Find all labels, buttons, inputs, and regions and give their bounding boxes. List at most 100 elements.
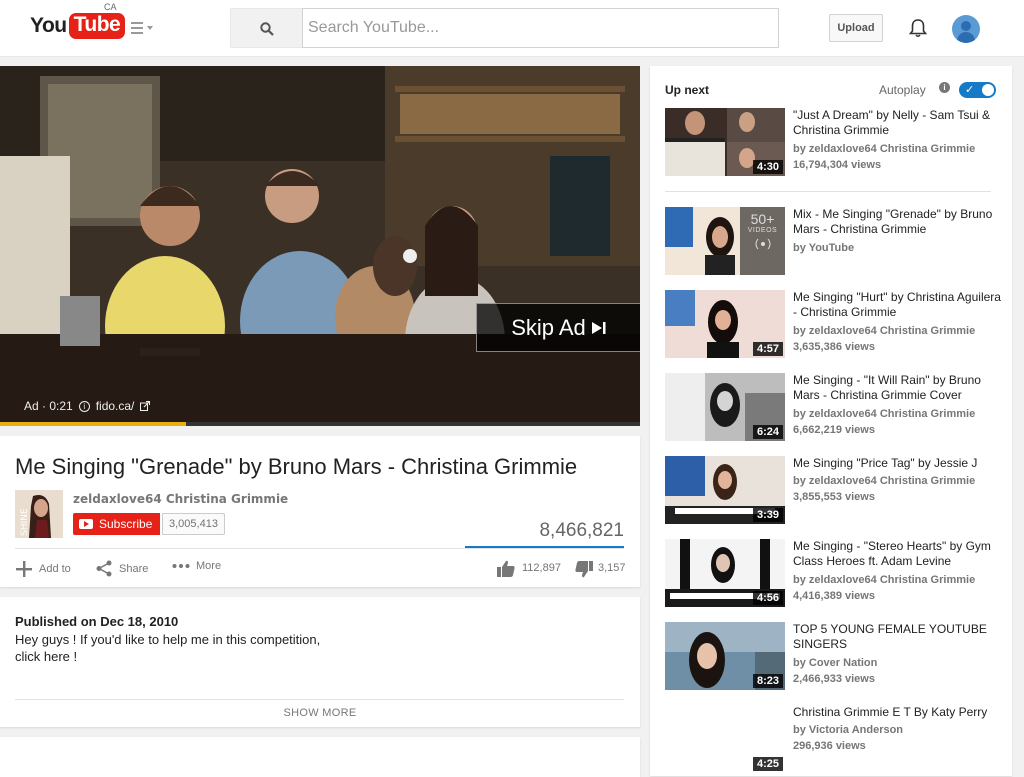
video-title-link[interactable]: Me Singing - "It Will Rain" by Bruno Mar… xyxy=(793,373,1005,403)
up-next-item[interactable]: 6:24 Me Singing - "It Will Rain" by Brun… xyxy=(665,373,1005,443)
video-views: 3,635,386 views xyxy=(793,341,875,353)
ad-countdown: Ad · 0:21 xyxy=(24,399,73,413)
notifications-bell-icon[interactable] xyxy=(907,17,929,39)
video-views: 6,662,219 views xyxy=(793,424,875,436)
up-next-item[interactable]: 4:57 Me Singing "Hurt" by Christina Agui… xyxy=(665,290,1005,360)
description-link[interactable]: click here ! xyxy=(15,649,77,664)
logo-tube: Tube xyxy=(68,13,126,39)
guide-menu-icon[interactable] xyxy=(131,19,155,37)
search-input[interactable] xyxy=(302,8,779,48)
video-channel[interactable]: by zeldaxlove64 Christina Grimmie xyxy=(793,473,975,489)
mix-radio-icon xyxy=(755,238,770,250)
video-views: 16,794,304 views xyxy=(793,159,882,171)
view-count: 8,466,821 xyxy=(539,520,624,541)
autoplay-toggle[interactable]: ✓ xyxy=(959,82,996,98)
video-thumbnail[interactable]: 4:57 xyxy=(665,290,785,358)
channel-avatar[interactable]: SHINE xyxy=(15,490,63,538)
ad-domain-link[interactable]: fido.ca/ xyxy=(96,399,135,413)
thumbs-up-icon[interactable] xyxy=(497,560,515,577)
ad-info: Ad · 0:21 i fido.ca/ xyxy=(24,399,151,413)
video-views: 2,466,933 views xyxy=(793,673,875,685)
video-info-card: Me Singing "Grenade" by Bruno Mars - Chr… xyxy=(0,436,640,587)
video-thumbnail[interactable]: 8:23 xyxy=(665,622,785,690)
video-views: 4,416,389 views xyxy=(793,590,875,602)
mix-overlay: 50+ VIDEOS xyxy=(740,207,785,275)
video-thumbnail[interactable]: 4:30 xyxy=(665,108,785,176)
up-next-item[interactable]: 8:23 TOP 5 YOUNG FEMALE YOUTUBE SINGERS … xyxy=(665,622,1005,692)
channel-name[interactable]: zeldaxlove64 Christina Grimmie xyxy=(73,492,288,506)
video-title-link[interactable]: Me Singing "Hurt" by Christina Aguilera … xyxy=(793,290,1005,320)
share-label: Share xyxy=(119,562,149,575)
video-duration: 6:24 xyxy=(752,425,783,439)
publish-date: Published on Dec 18, 2010 xyxy=(15,614,179,629)
skip-next-icon xyxy=(591,321,606,334)
video-channel[interactable]: by zeldaxlove64 Christina Grimmie xyxy=(793,572,975,588)
mix-thumbnail[interactable]: 50+ VIDEOS xyxy=(665,207,785,275)
video-views: 296,936 views xyxy=(793,740,866,752)
divider xyxy=(15,548,624,549)
subscribe-button[interactable]: Subscribe xyxy=(73,513,161,535)
skip-ad-button[interactable]: Skip Ad xyxy=(476,303,640,352)
video-thumbnail[interactable]: 6:24 xyxy=(665,373,785,441)
up-next-item[interactable]: 50+ VIDEOS Mix - Me Singing "Grenade" by… xyxy=(665,207,1005,277)
video-title-link[interactable]: Me Singing "Price Tag" by Jessie J xyxy=(793,456,1005,471)
share-button[interactable]: Share xyxy=(96,560,148,577)
autoplay-info-icon[interactable]: i xyxy=(939,82,950,93)
logo-you: You xyxy=(30,14,67,37)
more-label: More xyxy=(196,560,222,572)
plus-icon xyxy=(16,561,32,577)
video-duration: 4:57 xyxy=(752,342,783,356)
video-title-link[interactable]: Christina Grimmie E T By Katy Perry xyxy=(793,705,1005,720)
up-next-item[interactable]: 4:25 Christina Grimmie E T By Katy Perry… xyxy=(665,705,1005,775)
video-thumbnail[interactable]: 4:25 xyxy=(665,705,785,773)
video-thumbnail[interactable]: 3:39 xyxy=(665,456,785,524)
svg-text:SHINE: SHINE xyxy=(20,508,30,536)
like-sentiment-bar xyxy=(465,546,624,548)
video-player[interactable]: Ad · 0:21 i fido.ca/ Skip Ad xyxy=(0,66,640,426)
ad-info-icon[interactable]: i xyxy=(78,400,90,412)
up-next-item[interactable]: 4:56 Me Singing - "Stereo Hearts" by Gym… xyxy=(665,539,1005,609)
youtube-play-icon xyxy=(79,519,93,529)
thumbs-down-icon[interactable] xyxy=(575,561,593,578)
search-button[interactable] xyxy=(230,8,302,48)
video-channel[interactable]: by Cover Nation xyxy=(793,655,877,671)
show-more-button[interactable]: SHOW MORE xyxy=(0,707,640,719)
video-thumbnail[interactable]: 4:56 xyxy=(665,539,785,607)
video-channel[interactable]: by zeldaxlove64 Christina Grimmie xyxy=(793,141,975,157)
up-next-item[interactable]: 3:39 Me Singing "Price Tag" by Jessie J … xyxy=(665,456,1005,526)
check-icon: ✓ xyxy=(965,83,975,96)
youtube-logo[interactable]: You Tube xyxy=(30,11,126,41)
up-next-heading: Up next xyxy=(665,83,710,97)
comments-card xyxy=(0,737,640,777)
search-icon xyxy=(260,22,274,36)
video-duration: 8:23 xyxy=(752,674,783,688)
share-icon xyxy=(96,560,112,577)
video-channel[interactable]: by Victoria Anderson xyxy=(793,722,903,738)
like-count: 112,897 xyxy=(522,562,561,574)
video-title-link[interactable]: Mix - Me Singing "Grenade" by Bruno Mars… xyxy=(793,207,1005,237)
more-dots-icon xyxy=(172,564,190,568)
ad-progress-bar[interactable] xyxy=(0,422,640,426)
video-channel[interactable]: by zeldaxlove64 Christina Grimmie xyxy=(793,323,975,339)
region-label: CA xyxy=(104,2,117,12)
video-channel[interactable]: by YouTube xyxy=(793,240,854,256)
external-link-icon[interactable] xyxy=(140,401,151,411)
subscribe-label: Subscribe xyxy=(99,517,153,531)
video-views: 3,855,553 views xyxy=(793,491,875,503)
more-button[interactable]: More xyxy=(172,560,221,572)
skip-ad-label: Skip Ad xyxy=(511,314,586,340)
video-channel[interactable]: by zeldaxlove64 Christina Grimmie xyxy=(793,406,975,422)
video-duration: 4:25 xyxy=(752,757,783,771)
masthead: You Tube CA Upload xyxy=(0,0,1024,57)
account-avatar[interactable] xyxy=(952,15,980,43)
add-to-button[interactable]: Add to xyxy=(15,560,71,578)
upload-button[interactable]: Upload xyxy=(829,14,883,42)
up-next-item[interactable]: 4:30 "Just A Dream" by Nelly - Sam Tsui … xyxy=(665,108,1005,178)
video-frame xyxy=(0,66,640,426)
video-title-link[interactable]: Me Singing - "Stereo Hearts" by Gym Clas… xyxy=(793,539,1005,569)
divider xyxy=(15,699,624,700)
video-title-link[interactable]: "Just A Dream" by Nelly - Sam Tsui & Chr… xyxy=(793,108,1005,138)
video-title-link[interactable]: TOP 5 YOUNG FEMALE YOUTUBE SINGERS xyxy=(793,622,1005,652)
ad-progress-fill xyxy=(0,422,186,426)
divider xyxy=(665,191,991,192)
